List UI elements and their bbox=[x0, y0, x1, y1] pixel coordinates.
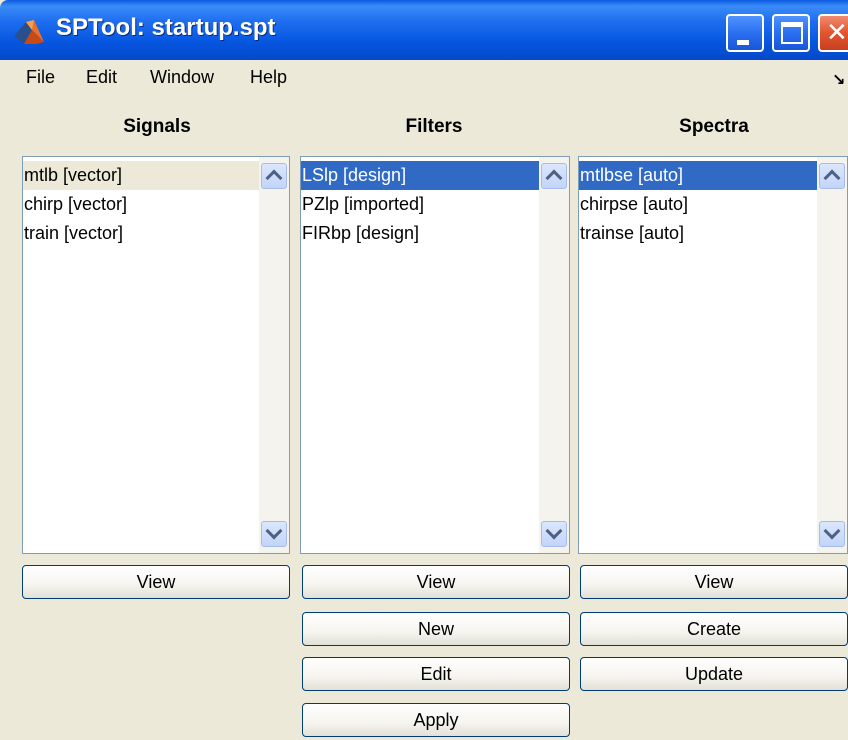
signals-item-mtlb[interactable]: mtlb [vector] bbox=[23, 161, 259, 190]
filters-edit-button[interactable]: Edit bbox=[302, 657, 570, 691]
spectra-scroll-down-button[interactable] bbox=[819, 521, 845, 547]
chevron-up-icon bbox=[823, 169, 841, 187]
filters-list: LSlp [design] PZlp [imported] FIRbp [des… bbox=[301, 161, 539, 248]
menu-help[interactable]: Help bbox=[250, 67, 287, 88]
filters-header: Filters bbox=[405, 116, 463, 137]
spectra-listbox[interactable]: mtlbse [auto] chirpse [auto] trainse [au… bbox=[578, 156, 848, 554]
filters-scroll-down-button[interactable] bbox=[541, 521, 567, 547]
menu-file[interactable]: File bbox=[26, 67, 55, 88]
chevron-down-icon bbox=[823, 522, 841, 540]
chevron-up-icon bbox=[545, 169, 563, 187]
spectra-item-mtlbse[interactable]: mtlbse [auto] bbox=[579, 161, 817, 190]
signals-scrollbar[interactable] bbox=[259, 157, 289, 553]
signals-scroll-up-button[interactable] bbox=[261, 163, 287, 189]
spectra-scrollbar[interactable] bbox=[817, 157, 847, 553]
menu-bar bbox=[0, 60, 848, 96]
chevron-down-icon bbox=[265, 522, 283, 540]
signals-listbox[interactable]: mtlb [vector] chirp [vector] train [vect… bbox=[22, 156, 290, 554]
filters-listbox[interactable]: LSlp [design] PZlp [imported] FIRbp [des… bbox=[300, 156, 570, 554]
filters-view-button[interactable]: View bbox=[302, 565, 570, 599]
signals-list: mtlb [vector] chirp [vector] train [vect… bbox=[23, 161, 259, 248]
spectra-update-button[interactable]: Update bbox=[580, 657, 848, 691]
signals-view-button[interactable]: View bbox=[22, 565, 290, 599]
spectra-create-button[interactable]: Create bbox=[580, 612, 848, 646]
signals-scroll-down-button[interactable] bbox=[261, 521, 287, 547]
maximize-button[interactable] bbox=[772, 14, 810, 52]
close-icon: ✕ bbox=[826, 18, 848, 48]
filters-item-lslp[interactable]: LSlp [design] bbox=[301, 161, 539, 190]
signals-item-train[interactable]: train [vector] bbox=[23, 219, 259, 248]
filters-scroll-up-button[interactable] bbox=[541, 163, 567, 189]
signals-item-chirp[interactable]: chirp [vector] bbox=[23, 190, 259, 219]
title-bar[interactable]: SPTool: startup.spt ✕ bbox=[0, 0, 848, 60]
filters-item-firbp[interactable]: FIRbp [design] bbox=[301, 219, 539, 248]
filters-new-button[interactable]: New bbox=[302, 612, 570, 646]
sptool-window: SPTool: startup.spt ✕ File Edit Window H… bbox=[0, 0, 848, 740]
spectra-item-trainse[interactable]: trainse [auto] bbox=[579, 219, 817, 248]
signals-header: Signals bbox=[123, 116, 191, 137]
chevron-up-icon bbox=[265, 169, 283, 187]
matlab-icon bbox=[14, 20, 44, 44]
spectra-item-chirpse[interactable]: chirpse [auto] bbox=[579, 190, 817, 219]
spectra-view-button[interactable]: View bbox=[580, 565, 848, 599]
minimize-button[interactable] bbox=[726, 14, 764, 52]
filters-item-pzlp[interactable]: PZlp [imported] bbox=[301, 190, 539, 219]
window-title: SPTool: startup.spt bbox=[56, 14, 276, 41]
dock-arrow-icon[interactable]: ↘ bbox=[832, 70, 845, 90]
close-button[interactable]: ✕ bbox=[818, 14, 848, 52]
menu-edit[interactable]: Edit bbox=[86, 67, 117, 88]
spectra-header: Spectra bbox=[679, 116, 749, 137]
filters-apply-button[interactable]: Apply bbox=[302, 703, 570, 737]
menu-window[interactable]: Window bbox=[150, 67, 214, 88]
spectra-list: mtlbse [auto] chirpse [auto] trainse [au… bbox=[579, 161, 817, 248]
spectra-scroll-up-button[interactable] bbox=[819, 163, 845, 189]
chevron-down-icon bbox=[545, 522, 563, 540]
maximize-icon bbox=[781, 22, 803, 44]
minimize-icon bbox=[737, 40, 749, 45]
filters-scrollbar[interactable] bbox=[539, 157, 569, 553]
